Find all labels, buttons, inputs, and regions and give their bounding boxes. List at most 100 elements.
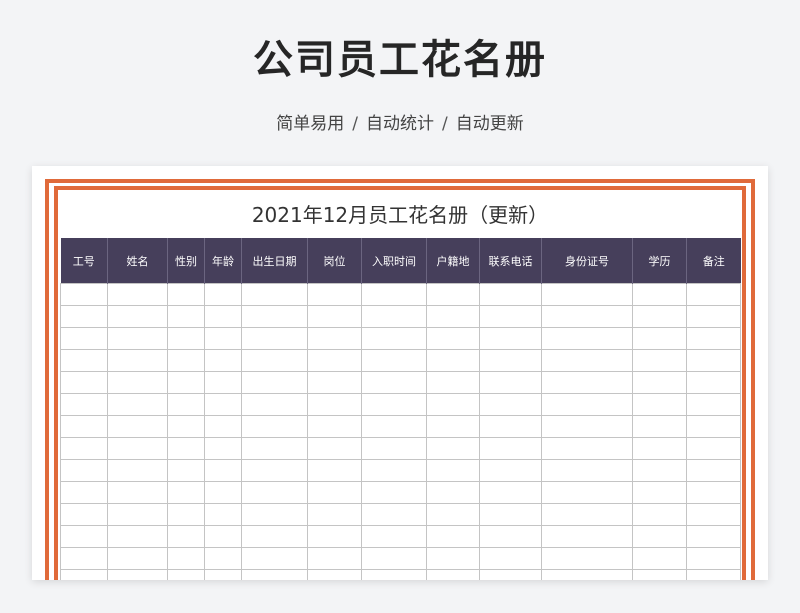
table-cell[interactable] xyxy=(60,371,108,394)
table-cell[interactable] xyxy=(686,525,741,548)
table-cell[interactable] xyxy=(361,569,427,580)
table-cell[interactable] xyxy=(307,481,362,504)
table-cell[interactable] xyxy=(541,547,633,570)
table-cell[interactable] xyxy=(479,415,542,438)
table-cell[interactable] xyxy=(632,415,687,438)
table-cell[interactable] xyxy=(241,481,308,504)
table-cell[interactable] xyxy=(167,481,205,504)
table-cell[interactable] xyxy=(686,327,741,350)
table-cell[interactable] xyxy=(479,503,542,526)
table-cell[interactable] xyxy=(361,525,427,548)
table-cell[interactable] xyxy=(686,481,741,504)
table-cell[interactable] xyxy=(204,393,242,416)
table-cell[interactable] xyxy=(686,459,741,482)
table-cell[interactable] xyxy=(167,283,205,306)
table-cell[interactable] xyxy=(479,437,542,460)
table-cell[interactable] xyxy=(167,415,205,438)
table-cell[interactable] xyxy=(167,327,205,350)
table-cell[interactable] xyxy=(361,437,427,460)
table-cell[interactable] xyxy=(632,283,687,306)
table-cell[interactable] xyxy=(632,481,687,504)
table-cell[interactable] xyxy=(632,503,687,526)
table-cell[interactable] xyxy=(686,283,741,306)
table-cell[interactable] xyxy=(107,503,168,526)
table-cell[interactable] xyxy=(167,349,205,372)
table-cell[interactable] xyxy=(204,327,242,350)
table-cell[interactable] xyxy=(632,459,687,482)
table-cell[interactable] xyxy=(541,283,633,306)
table-cell[interactable] xyxy=(426,503,480,526)
table-cell[interactable] xyxy=(107,371,168,394)
table-cell[interactable] xyxy=(204,349,242,372)
table-cell[interactable] xyxy=(686,437,741,460)
table-cell[interactable] xyxy=(107,327,168,350)
table-cell[interactable] xyxy=(60,459,108,482)
table-cell[interactable] xyxy=(686,305,741,328)
table-cell[interactable] xyxy=(107,569,168,580)
table-cell[interactable] xyxy=(426,481,480,504)
table-cell[interactable] xyxy=(632,371,687,394)
table-cell[interactable] xyxy=(632,547,687,570)
table-cell[interactable] xyxy=(632,569,687,580)
table-cell[interactable] xyxy=(307,503,362,526)
table-cell[interactable] xyxy=(60,327,108,350)
table-cell[interactable] xyxy=(479,525,542,548)
table-cell[interactable] xyxy=(426,437,480,460)
table-cell[interactable] xyxy=(541,371,633,394)
table-cell[interactable] xyxy=(167,525,205,548)
table-cell[interactable] xyxy=(541,459,633,482)
table-cell[interactable] xyxy=(479,481,542,504)
table-cell[interactable] xyxy=(60,393,108,416)
table-cell[interactable] xyxy=(479,569,542,580)
table-cell[interactable] xyxy=(361,349,427,372)
table-cell[interactable] xyxy=(686,349,741,372)
table-cell[interactable] xyxy=(167,459,205,482)
table-cell[interactable] xyxy=(107,481,168,504)
table-cell[interactable] xyxy=(541,437,633,460)
table-cell[interactable] xyxy=(479,459,542,482)
table-cell[interactable] xyxy=(107,349,168,372)
table-cell[interactable] xyxy=(241,547,308,570)
table-cell[interactable] xyxy=(632,327,687,350)
table-cell[interactable] xyxy=(204,371,242,394)
table-cell[interactable] xyxy=(167,305,205,328)
table-cell[interactable] xyxy=(426,283,480,306)
table-cell[interactable] xyxy=(632,349,687,372)
table-cell[interactable] xyxy=(426,525,480,548)
table-cell[interactable] xyxy=(541,305,633,328)
table-cell[interactable] xyxy=(107,393,168,416)
table-cell[interactable] xyxy=(204,437,242,460)
table-cell[interactable] xyxy=(60,305,108,328)
table-cell[interactable] xyxy=(204,415,242,438)
table-cell[interactable] xyxy=(361,481,427,504)
table-cell[interactable] xyxy=(241,437,308,460)
table-cell[interactable] xyxy=(686,393,741,416)
table-cell[interactable] xyxy=(361,547,427,570)
table-cell[interactable] xyxy=(541,525,633,548)
table-cell[interactable] xyxy=(541,503,633,526)
table-cell[interactable] xyxy=(60,349,108,372)
table-cell[interactable] xyxy=(426,371,480,394)
table-cell[interactable] xyxy=(241,525,308,548)
table-cell[interactable] xyxy=(361,305,427,328)
table-cell[interactable] xyxy=(632,525,687,548)
table-cell[interactable] xyxy=(60,283,108,306)
table-cell[interactable] xyxy=(204,481,242,504)
table-cell[interactable] xyxy=(204,459,242,482)
table-cell[interactable] xyxy=(167,547,205,570)
table-cell[interactable] xyxy=(107,283,168,306)
table-cell[interactable] xyxy=(307,437,362,460)
table-cell[interactable] xyxy=(426,569,480,580)
table-cell[interactable] xyxy=(307,569,362,580)
table-cell[interactable] xyxy=(307,525,362,548)
table-cell[interactable] xyxy=(167,371,205,394)
table-cell[interactable] xyxy=(241,349,308,372)
table-cell[interactable] xyxy=(541,569,633,580)
table-cell[interactable] xyxy=(204,525,242,548)
table-cell[interactable] xyxy=(307,283,362,306)
table-cell[interactable] xyxy=(686,371,741,394)
table-cell[interactable] xyxy=(107,305,168,328)
table-cell[interactable] xyxy=(686,547,741,570)
table-cell[interactable] xyxy=(167,393,205,416)
table-cell[interactable] xyxy=(541,327,633,350)
